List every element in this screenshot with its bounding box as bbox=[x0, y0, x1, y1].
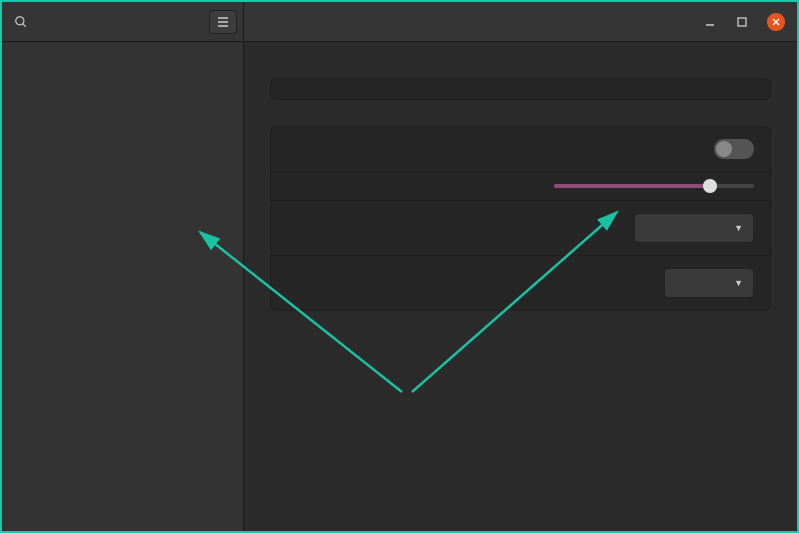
close-button[interactable] bbox=[767, 13, 785, 31]
show-on-dropdown[interactable]: ▼ bbox=[634, 213, 754, 243]
window-controls bbox=[703, 13, 797, 31]
minimize-button[interactable] bbox=[703, 15, 717, 29]
chevron-down-icon: ▼ bbox=[734, 223, 743, 233]
titlebar-left bbox=[2, 2, 244, 41]
settings-window: ▼ ▼ bbox=[0, 0, 799, 533]
maximize-button[interactable] bbox=[735, 15, 749, 29]
autohide-switch[interactable] bbox=[714, 139, 754, 159]
chevron-down-icon: ▼ bbox=[734, 278, 743, 288]
search-button[interactable] bbox=[2, 2, 40, 42]
sidebar bbox=[2, 42, 244, 531]
icon-size-slider[interactable] bbox=[554, 184, 754, 188]
titlebar bbox=[2, 2, 797, 42]
dock-icon-size-row bbox=[271, 172, 770, 201]
dock-position-row: ▼ bbox=[271, 256, 770, 310]
position-dropdown[interactable]: ▼ bbox=[664, 268, 754, 298]
main-content: ▼ ▼ bbox=[244, 42, 797, 531]
dock-autohide-row bbox=[271, 127, 770, 172]
hamburger-menu-button[interactable] bbox=[209, 10, 237, 34]
dock-show-on-row: ▼ bbox=[271, 201, 770, 256]
dock-panel: ▼ ▼ bbox=[270, 126, 771, 311]
window-colors-row bbox=[270, 78, 771, 100]
slider-handle-icon[interactable] bbox=[703, 179, 717, 193]
